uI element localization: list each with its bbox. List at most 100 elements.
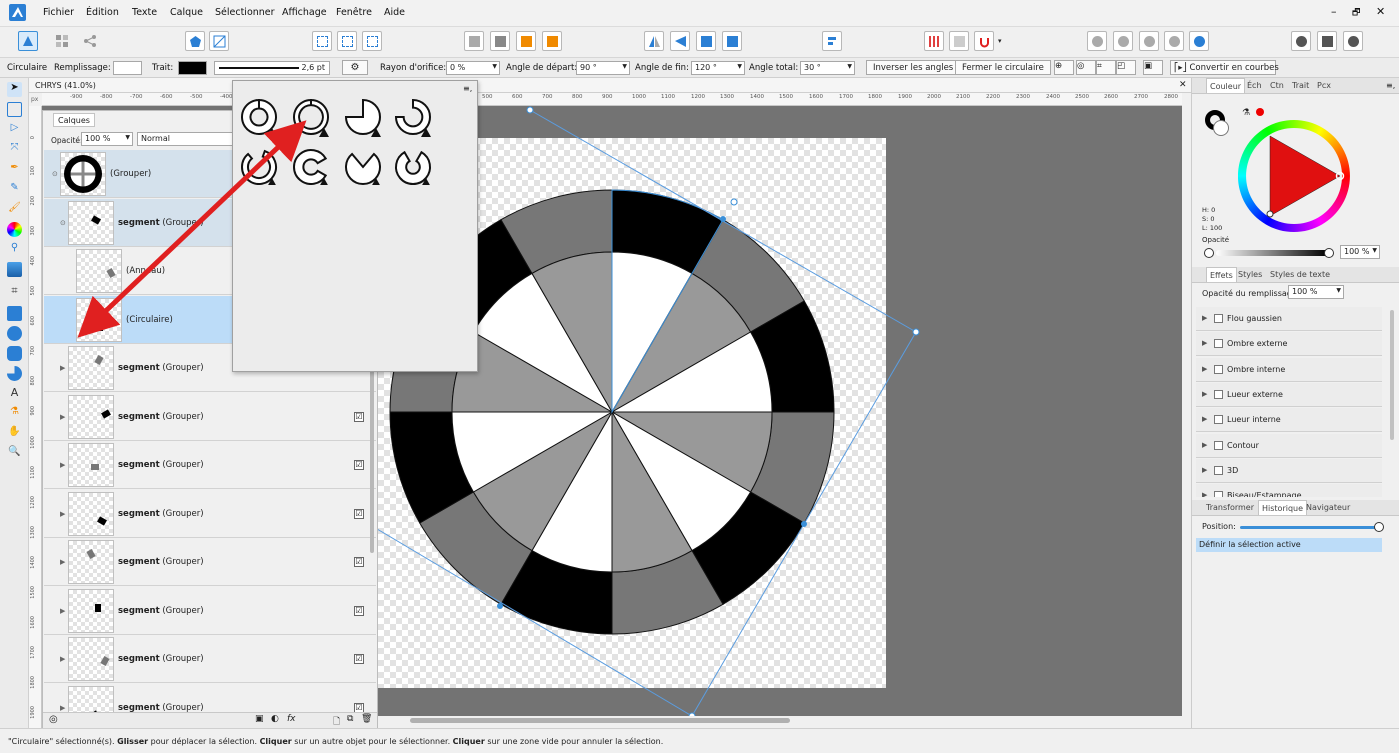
pie-preset-shape[interactable] — [293, 149, 328, 185]
selection-handle[interactable] — [526, 106, 534, 114]
effect-checkbox[interactable] — [1214, 491, 1223, 497]
expand-arrow-icon[interactable]: ▶ — [60, 413, 65, 421]
layer-row[interactable]: ▶ segment (Grouper) ☑ — [44, 635, 376, 683]
pie-node-handle[interactable] — [497, 603, 503, 609]
layer-row[interactable]: ▶ segment (Grouper) ☑ — [44, 489, 376, 538]
tab-transformer[interactable]: Transformer — [1206, 503, 1254, 512]
preferences-icon[interactable] — [1317, 31, 1337, 51]
effect-row[interactable]: ▶ 3D — [1196, 458, 1382, 483]
minimize-button[interactable]: – — [1331, 5, 1337, 18]
menu-fichier[interactable]: Fichier — [43, 7, 74, 18]
tab-effets[interactable]: Effets — [1206, 267, 1237, 282]
effect-row[interactable]: ▶ Flou gaussien — [1196, 307, 1382, 331]
menu-fenetre[interactable]: Fenêtre — [336, 7, 372, 18]
effect-row[interactable]: ▶ Lueur interne — [1196, 408, 1382, 433]
tab-couleur[interactable]: Couleur — [1206, 78, 1246, 93]
designer-persona-icon[interactable] — [18, 31, 38, 51]
tab-ech[interactable]: Éch — [1247, 81, 1262, 90]
arrange-back-icon[interactable] — [464, 31, 484, 51]
effect-checkbox[interactable] — [1214, 364, 1223, 374]
layers-tab[interactable]: Calques — [53, 113, 95, 127]
effect-checkbox[interactable] — [1214, 389, 1223, 399]
color-opacity-field[interactable]: 100 % ▼ — [1340, 245, 1380, 259]
close-pie-button[interactable]: Fermer le circulaire — [955, 60, 1051, 75]
pie-preset-shape[interactable] — [394, 98, 431, 135]
color-picker-tool-icon[interactable]: ⚗ — [7, 406, 22, 421]
eyedropper-icon[interactable]: ⚗ — [1242, 108, 1250, 118]
rotate-left-icon[interactable] — [696, 31, 716, 51]
fill-swatch-circle[interactable] — [1213, 120, 1229, 136]
mask-layer-icon[interactable]: ▣ — [255, 714, 264, 724]
layer-stack-icon[interactable]: ◎ — [49, 714, 58, 725]
theme-icon[interactable] — [1343, 31, 1363, 51]
pie-preset-shape[interactable] — [344, 98, 381, 135]
pixel-persona-icon[interactable] — [52, 31, 72, 51]
layer-visibility-checkbox[interactable]: ☑ — [354, 702, 364, 712]
pie-node-handle[interactable] — [801, 521, 807, 527]
expand-arrow-icon[interactable]: ▶ — [1202, 441, 1207, 449]
snapping-dropdown-icon[interactable]: ▾ — [998, 37, 1002, 45]
stroke-settings-button[interactable]: ⚙ — [342, 60, 368, 75]
menu-calque[interactable]: Calque — [170, 7, 203, 18]
layer-visibility-checkbox[interactable]: ☑ — [354, 411, 364, 422]
total-angle-field[interactable]: 30 ° ▼ — [800, 61, 855, 75]
snap-bounds-ctx-icon[interactable]: ⌗ — [1096, 60, 1116, 75]
assistant-icon[interactable] — [1291, 31, 1311, 51]
expand-arrow-icon[interactable]: ▶ — [60, 655, 65, 663]
boolean-add-icon[interactable] — [1087, 31, 1107, 51]
text-tool-icon[interactable]: A — [7, 386, 22, 401]
pie-rotate-handle[interactable] — [730, 198, 738, 206]
boolean-intersect-icon[interactable] — [1139, 31, 1159, 51]
crop-tool-icon[interactable]: ⌗ — [7, 284, 22, 299]
adjustment-icon[interactable]: ◐ — [271, 714, 279, 724]
export-persona-icon[interactable] — [80, 31, 100, 51]
selection-handle[interactable] — [912, 328, 920, 336]
opacity-slider-knob[interactable] — [1324, 248, 1334, 258]
menu-selectionner[interactable]: Sélectionner — [215, 7, 275, 18]
boolean-xor-icon[interactable] — [1164, 31, 1184, 51]
effect-checkbox[interactable] — [1214, 440, 1223, 450]
zoom-tool-icon[interactable]: 🔍 — [7, 446, 22, 461]
snapping-grid-icon[interactable] — [924, 31, 944, 51]
place-image-tool-icon[interactable] — [7, 262, 22, 277]
layer-row[interactable]: ▶ segment (Grouper) ☑ — [44, 441, 376, 489]
snap-center-ctx-icon[interactable]: ▣ — [1143, 60, 1163, 75]
effect-row[interactable]: ▶ Contour — [1196, 433, 1382, 458]
menu-affichage[interactable]: Affichage — [282, 7, 327, 18]
menu-edition[interactable]: Édition — [86, 7, 119, 18]
tab-historique[interactable]: Historique — [1258, 500, 1308, 515]
node-tool-icon[interactable]: ▷ — [7, 122, 22, 137]
flip-horizontal-icon[interactable] — [644, 31, 664, 51]
document-setup-icon[interactable] — [185, 31, 205, 51]
arrange-front-icon[interactable] — [542, 31, 562, 51]
effect-row[interactable]: ▶ Biseau/Estampage — [1196, 484, 1382, 497]
convert-to-curves-button[interactable]: ⎡▸⎦ Convertir en courbes — [1170, 60, 1279, 75]
fill-stroke-swatch[interactable] — [1205, 110, 1231, 136]
stroke-width-slider[interactable]: 2,6 pt — [214, 61, 330, 75]
end-angle-field[interactable]: 120 ° ▼ — [691, 61, 745, 75]
blend-mode-select[interactable]: Normal — [137, 132, 237, 146]
effect-row[interactable]: ▶ Ombre externe — [1196, 332, 1382, 357]
collapse-arrow-icon[interactable]: ⊙ — [60, 219, 66, 227]
expand-arrow-icon[interactable]: ▶ — [1202, 415, 1207, 423]
pie-preset-shape[interactable] — [241, 149, 277, 185]
pie-preset-shape[interactable] — [345, 152, 381, 185]
transparency-tool-icon[interactable]: ⚲ — [7, 242, 22, 257]
expand-arrow-icon[interactable]: ▶ — [60, 704, 65, 712]
hole-radius-field[interactable]: 0 % ▼ — [446, 61, 500, 75]
flip-vertical-icon[interactable] — [670, 31, 690, 51]
hsl-color-wheel[interactable] — [1238, 120, 1350, 232]
no-fill-icon[interactable] — [209, 31, 229, 51]
effect-row[interactable]: ▶ Ombre interne — [1196, 357, 1382, 382]
menu-texte[interactable]: Texte — [132, 7, 157, 18]
tab-ctn[interactable]: Ctn — [1270, 81, 1284, 90]
layer-row[interactable]: ▶ segment (Grouper) ☑ — [44, 586, 376, 635]
layer-visibility-checkbox[interactable]: ☑ — [354, 508, 364, 519]
pie-angle-handle[interactable] — [720, 216, 726, 222]
expand-arrow-icon[interactable]: ▶ — [60, 558, 65, 566]
arrange-backward-icon[interactable] — [490, 31, 510, 51]
expand-arrow-icon[interactable]: ▶ — [60, 607, 65, 615]
rectangle-tool-icon[interactable] — [7, 306, 22, 321]
brush-tool-icon[interactable]: 🖌 — [7, 202, 22, 217]
align-icon[interactable] — [822, 31, 842, 51]
